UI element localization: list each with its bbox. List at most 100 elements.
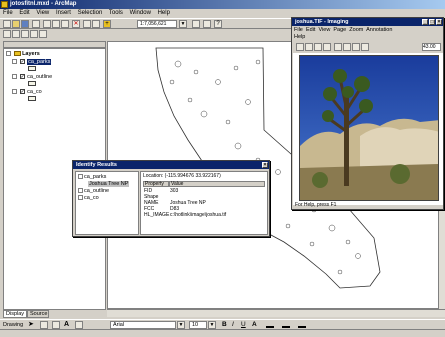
toc-layer-ca-outline[interactable]: ✓ ca_outline xyxy=(12,74,52,80)
zoom-in-icon[interactable] xyxy=(3,30,11,38)
open-icon[interactable] xyxy=(305,43,313,51)
paste-icon[interactable] xyxy=(61,20,69,28)
menu-edit[interactable]: Edit xyxy=(19,10,29,16)
imaging-titlebar[interactable]: joshua.TIF - Imaging _ □ × xyxy=(292,18,443,26)
imaging-menu-page[interactable]: Page xyxy=(333,27,346,33)
close-icon[interactable]: × xyxy=(436,19,442,25)
chevron-down-icon[interactable]: ▼ xyxy=(177,321,185,329)
scale-dropdown-icon[interactable]: ▼ xyxy=(179,20,187,28)
rotate-icon[interactable] xyxy=(40,321,48,329)
save-icon[interactable] xyxy=(314,43,322,51)
expand-icon[interactable] xyxy=(12,59,17,65)
imaging-menu-zoom[interactable]: Zoom xyxy=(349,27,363,33)
arctoolbox-icon[interactable] xyxy=(203,20,211,28)
imaging-window: joshua.TIF - Imaging _ □ × File Edit Vie… xyxy=(291,17,444,210)
zoom-out-icon[interactable] xyxy=(12,30,20,38)
bold-button[interactable]: B xyxy=(222,321,227,329)
menu-tools[interactable]: Tools xyxy=(109,10,123,16)
column-header-property[interactable]: Property xyxy=(143,181,169,187)
tree-item-ca-outline[interactable]: ca_outline xyxy=(78,188,109,194)
full-extent-icon[interactable] xyxy=(30,30,38,38)
underline-button[interactable]: U xyxy=(241,321,246,329)
identify-icon[interactable] xyxy=(39,30,47,38)
tree-item-feature[interactable]: Joshua Tree NP xyxy=(88,181,130,187)
menu-help[interactable]: Help xyxy=(158,10,170,16)
toc-layer-ca-parks[interactable]: ✓ ca_parks xyxy=(12,59,52,65)
minimize-icon[interactable]: _ xyxy=(422,19,428,25)
select-icon[interactable] xyxy=(334,43,342,51)
close-icon[interactable]: × xyxy=(262,162,268,168)
imaging-menu-view[interactable]: View xyxy=(318,27,330,33)
imaging-menu-help[interactable]: Help xyxy=(294,34,305,40)
imaging-menu-bar: File Edit View Page Zoom Annotation xyxy=(294,27,392,33)
drawing-menu[interactable]: Drawing xyxy=(3,321,23,329)
layer-name[interactable]: ca_parks xyxy=(27,59,52,65)
new-icon[interactable] xyxy=(3,20,11,28)
toc-root[interactable]: Layers xyxy=(6,51,40,57)
identify-titlebar[interactable]: Identify Results × xyxy=(73,161,269,169)
redo-icon[interactable] xyxy=(92,20,100,28)
layer-name[interactable]: ca_co xyxy=(27,89,42,95)
column-header-value[interactable]: Value xyxy=(169,181,265,187)
tab-display[interactable]: Display xyxy=(3,310,27,318)
map-horizontal-scrollbar[interactable] xyxy=(107,309,445,317)
tree-item-ca-parks[interactable]: ca_parks xyxy=(78,174,106,180)
chevron-down-icon[interactable]: ▼ xyxy=(208,321,216,329)
font-size-select[interactable]: 10 xyxy=(189,321,207,329)
marker-color-icon[interactable] xyxy=(298,322,306,328)
menu-insert[interactable]: Insert xyxy=(56,10,71,16)
pan-icon[interactable] xyxy=(21,30,29,38)
layer-visibility-checkbox[interactable]: ✓ xyxy=(19,59,25,65)
expand-icon[interactable] xyxy=(78,195,83,201)
expand-icon[interactable] xyxy=(12,89,17,95)
copy-icon[interactable] xyxy=(52,20,60,28)
menu-window[interactable]: Window xyxy=(130,10,151,16)
collapse-icon[interactable] xyxy=(6,51,11,57)
add-data-icon[interactable]: + xyxy=(103,20,111,28)
imaging-menu-annotation[interactable]: Annotation xyxy=(366,27,392,33)
annotation-icon[interactable] xyxy=(361,43,369,51)
delete-icon[interactable]: ✕ xyxy=(72,20,80,28)
italic-button[interactable]: I xyxy=(232,321,234,329)
image-canvas[interactable] xyxy=(293,53,443,205)
identify-results-window: Identify Results × ca_parks Joshua Tree … xyxy=(72,160,270,237)
menu-file[interactable]: File xyxy=(3,10,13,16)
open-icon[interactable] xyxy=(12,20,20,28)
legend-swatch[interactable] xyxy=(28,66,36,72)
font-name-select[interactable]: Arial xyxy=(110,321,176,329)
text-tool-icon[interactable]: A xyxy=(64,321,69,329)
save-icon[interactable] xyxy=(21,20,29,28)
print-icon[interactable] xyxy=(323,43,331,51)
tree-item-ca-co[interactable]: ca_co xyxy=(78,195,99,201)
layer-visibility-checkbox[interactable]: ✓ xyxy=(19,89,25,95)
map-scale-input[interactable]: 1:7,056,621 xyxy=(137,20,177,28)
toc-layer-ca-co[interactable]: ✓ ca_co xyxy=(12,89,42,95)
layer-visibility-checkbox[interactable]: ✓ xyxy=(19,74,25,80)
callout-icon[interactable] xyxy=(75,321,83,329)
whats-this-icon[interactable]: ? xyxy=(214,20,222,28)
legend-swatch[interactable] xyxy=(28,81,36,87)
menu-view[interactable]: View xyxy=(36,10,49,16)
menu-selection[interactable]: Selection xyxy=(78,10,103,16)
collapse-icon[interactable] xyxy=(78,174,83,180)
expand-icon[interactable] xyxy=(12,74,17,80)
imaging-menu-file[interactable]: File xyxy=(294,27,303,33)
drag-icon[interactable] xyxy=(352,43,360,51)
tab-source[interactable]: Source xyxy=(27,310,49,318)
layer-name[interactable]: ca_outline xyxy=(27,74,52,80)
imaging-menu-edit[interactable]: Edit xyxy=(306,27,315,33)
cut-icon[interactable] xyxy=(43,20,51,28)
maximize-icon[interactable]: □ xyxy=(429,19,435,25)
zoom-input[interactable]: 43.00 xyxy=(422,43,441,51)
print-icon[interactable] xyxy=(32,20,40,28)
legend-swatch[interactable] xyxy=(28,96,36,102)
select-elements-icon[interactable]: ➤ xyxy=(28,321,34,329)
rectangle-icon[interactable] xyxy=(52,321,60,329)
new-icon[interactable] xyxy=(296,43,304,51)
undo-icon[interactable] xyxy=(83,20,91,28)
editor-toolbar-icon[interactable] xyxy=(192,20,200,28)
fill-color-icon[interactable] xyxy=(266,322,274,328)
line-color-icon[interactable] xyxy=(282,322,290,328)
expand-icon[interactable] xyxy=(78,188,83,194)
zoom-icon[interactable] xyxy=(343,43,351,51)
